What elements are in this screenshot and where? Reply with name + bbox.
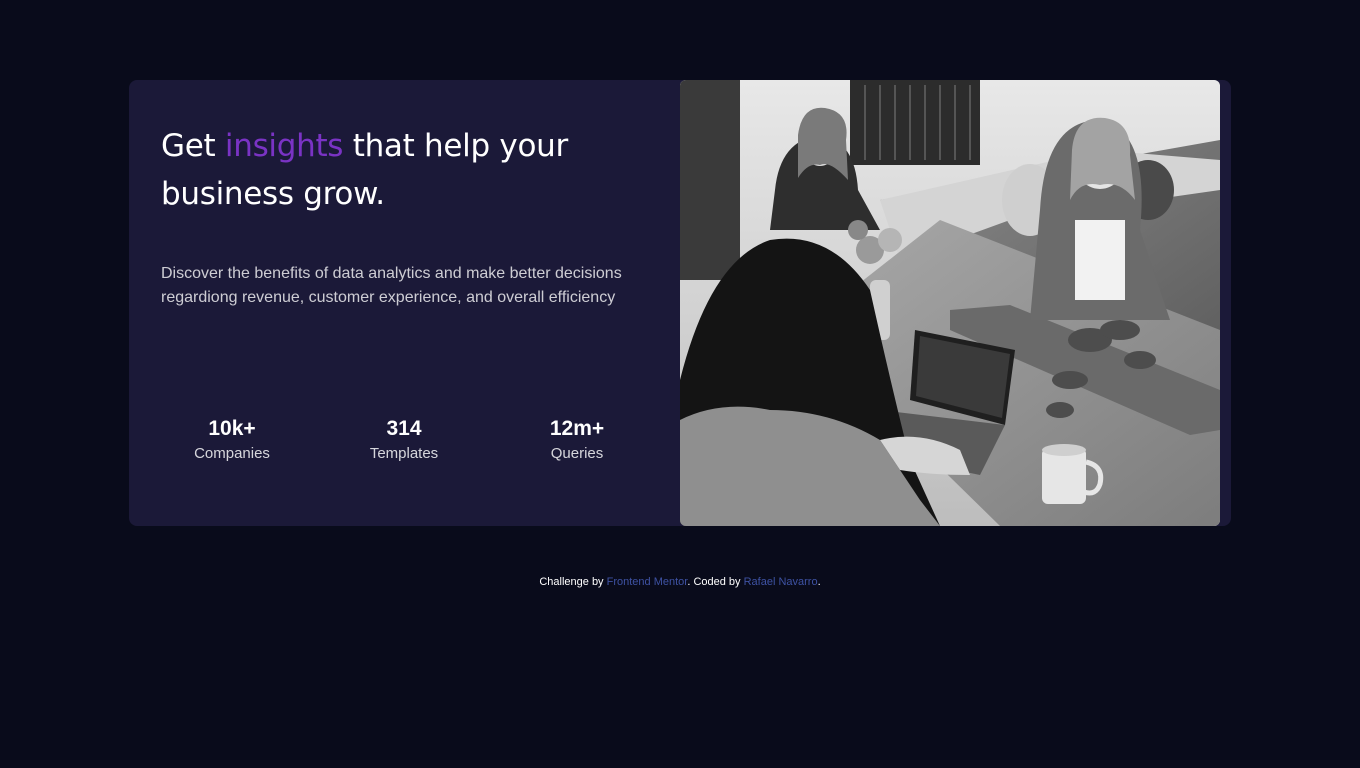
office-photo bbox=[680, 80, 1220, 526]
stat-label: Queries bbox=[550, 445, 604, 462]
author-link[interactable]: Rafael Navarro bbox=[744, 576, 818, 588]
office-photo-illustration bbox=[680, 80, 1220, 526]
stat-value: 314 bbox=[386, 417, 422, 440]
hero-title: Get insights that help your business gro… bbox=[161, 122, 631, 218]
stat-value: 10k+ bbox=[208, 417, 256, 440]
hero-description: Discover the benefits of data analytics … bbox=[161, 265, 622, 306]
stat-companies: 10k+ Companies bbox=[189, 416, 275, 463]
footer-suffix: . bbox=[817, 576, 821, 588]
stat-value: 12m+ bbox=[549, 417, 605, 440]
stat-queries: 12m+ Queries bbox=[537, 416, 617, 463]
title-accent: insights bbox=[224, 128, 344, 164]
footer-prefix: Challenge by bbox=[539, 576, 607, 588]
frontend-mentor-link[interactable]: Frontend Mentor bbox=[607, 576, 688, 588]
footer-middle: . Coded by bbox=[687, 576, 744, 588]
stat-label: Templates bbox=[369, 445, 439, 462]
card-content: Get insights that help your business gro… bbox=[161, 80, 661, 526]
stat-templates: 314 Templates bbox=[363, 416, 445, 463]
footer-attribution: Challenge by Frontend Mentor. Coded by R… bbox=[0, 575, 1360, 589]
title-prefix: Get bbox=[161, 128, 225, 164]
stats-row: 10k+ Companies 314 Templates 12m+ Querie… bbox=[161, 416, 661, 476]
stat-label: Companies bbox=[194, 445, 270, 462]
stats-preview-card: Get insights that help your business gro… bbox=[129, 80, 1231, 526]
